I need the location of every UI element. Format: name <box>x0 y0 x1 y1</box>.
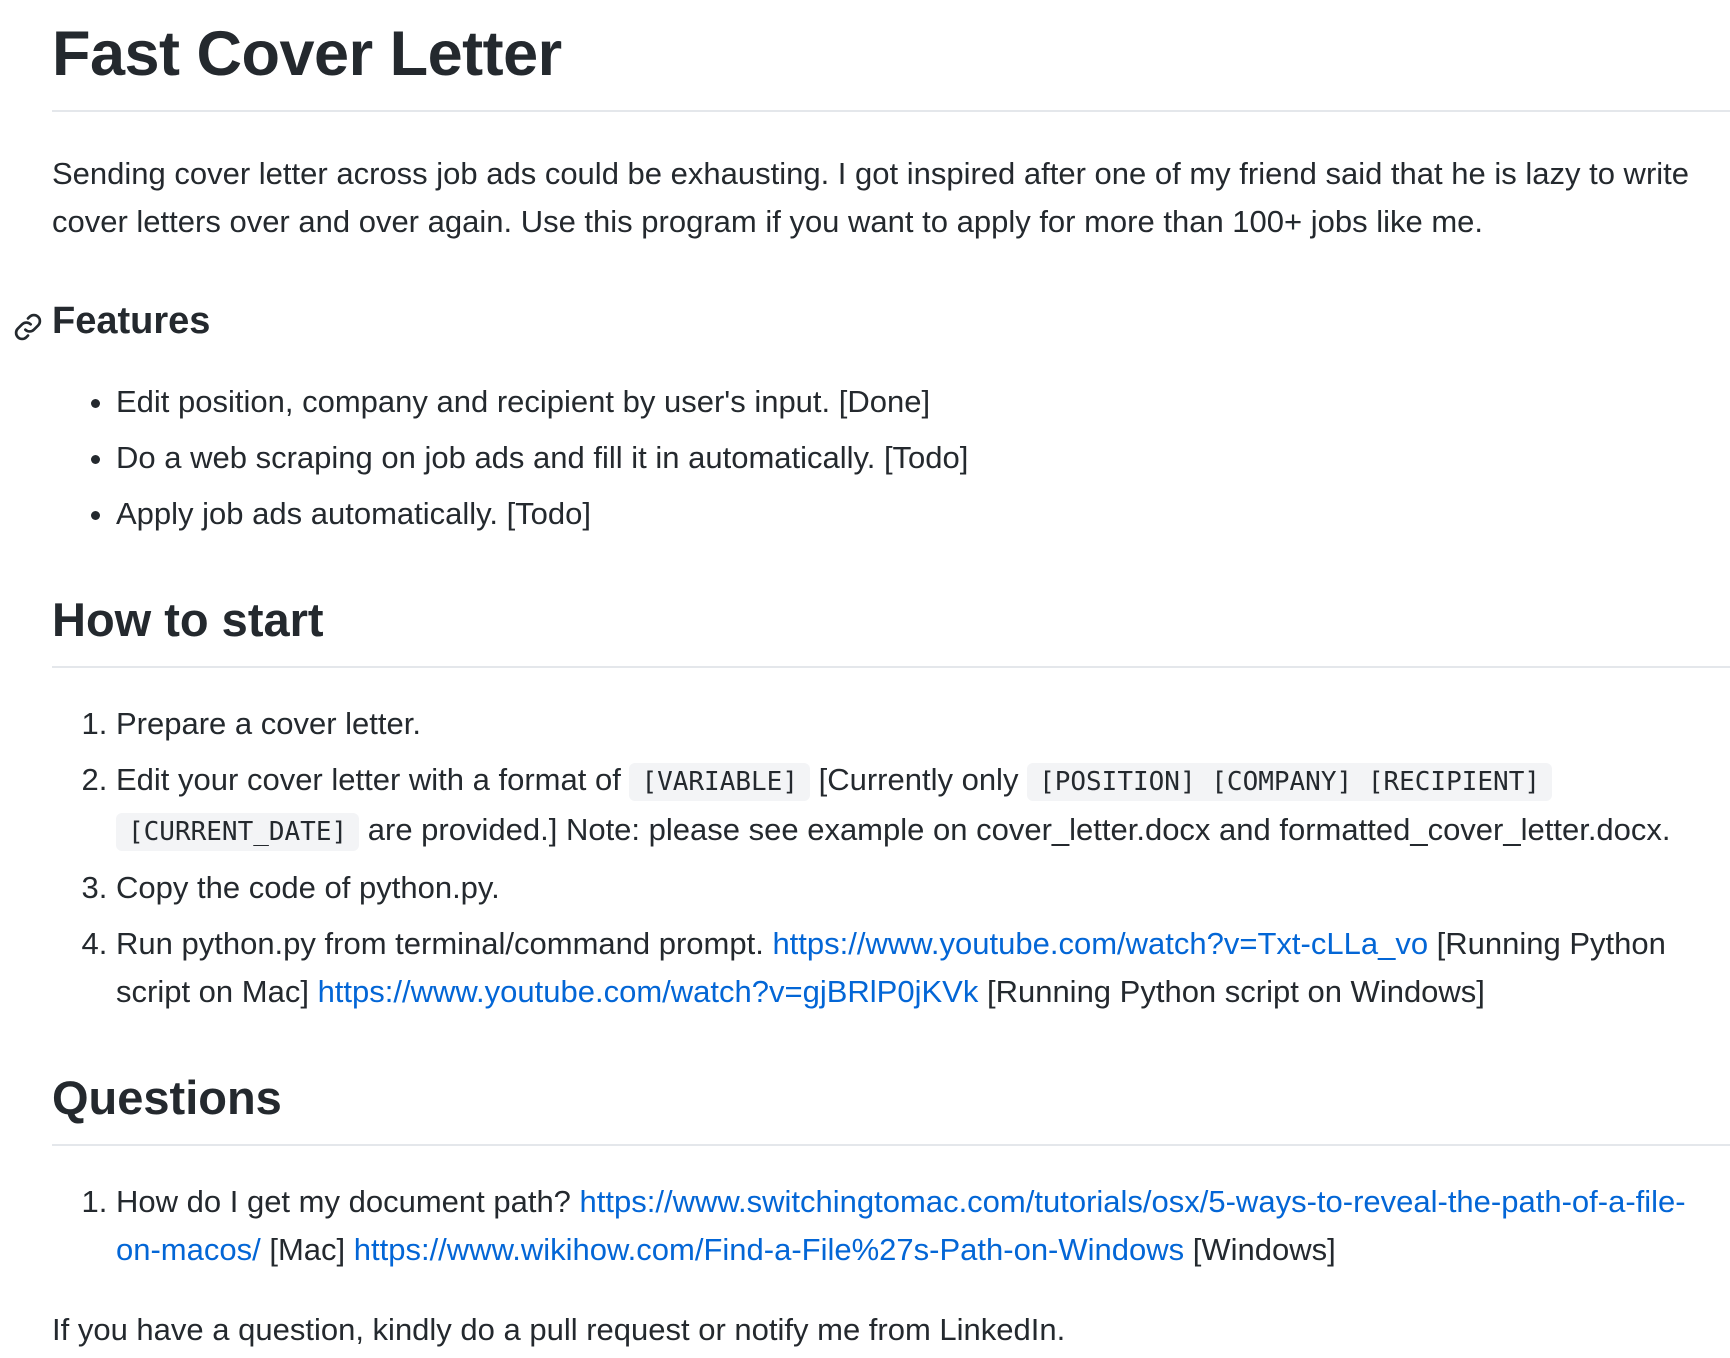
step-text: Copy the code of python.py. <box>116 870 500 905</box>
youtube-windows-link[interactable]: https://www.youtube.com/watch?v=gjBRlP0j… <box>318 974 979 1009</box>
page-title: Fast Cover Letter <box>52 19 562 89</box>
how-to-start-divider <box>52 666 1730 668</box>
step-text: are provided.] Note: please see example … <box>359 812 1671 847</box>
title-divider <box>52 110 1730 112</box>
features-heading-text: Features <box>52 300 211 342</box>
step-item: Run python.py from terminal/command prom… <box>116 920 1730 1016</box>
readme-content: Fast Cover Letter Sending cover letter a… <box>14 0 1730 1354</box>
step-text: [Currently only <box>809 762 1028 797</box>
step-item: Prepare a cover letter. <box>116 700 1730 748</box>
question-text: How do I get my document path? <box>116 1184 580 1219</box>
step-text: Prepare a cover letter. <box>116 706 421 741</box>
outro-paragraph: If you have a question, kindly do a pull… <box>52 1312 1066 1347</box>
steps-list: Prepare a cover letter. Edit your cover … <box>52 700 1730 1016</box>
question-text: [Windows] <box>1184 1232 1336 1267</box>
questions-list: How do I get my document path? https://w… <box>52 1178 1730 1274</box>
step-item: Copy the code of python.py. <box>116 864 1730 912</box>
list-item: Apply job ads automatically. [Todo] <box>116 490 1730 538</box>
question-text: [Mac] <box>260 1232 354 1267</box>
step-item: Edit your cover letter with a format of … <box>116 756 1730 856</box>
step-text: Run python.py from terminal/command prom… <box>116 926 773 961</box>
code-variable: [VARIABLE] <box>629 763 810 801</box>
code-company: [COMPANY] <box>1211 767 1353 797</box>
youtube-mac-link[interactable]: https://www.youtube.com/watch?v=Txt-cLLa… <box>772 926 1428 961</box>
how-to-start-heading: How to start <box>52 593 324 646</box>
question-item: How do I get my document path? https://w… <box>116 1178 1730 1274</box>
code-current-date: [CURRENT_DATE] <box>116 813 360 851</box>
step-text: Edit your cover letter with a format of <box>116 762 630 797</box>
features-heading: Features <box>14 294 1730 348</box>
list-item: Do a web scraping on job ads and fill it… <box>116 434 1730 482</box>
code-position: [POSITION] <box>1039 767 1196 797</box>
windows-path-link[interactable]: https://www.wikihow.com/Find-a-File%27s-… <box>354 1232 1184 1267</box>
questions-divider <box>52 1144 1730 1146</box>
code-recipient: [RECIPIENT] <box>1367 767 1540 797</box>
list-item: Edit position, company and recipient by … <box>116 378 1730 426</box>
features-list: Edit position, company and recipient by … <box>52 378 1730 538</box>
questions-heading: Questions <box>52 1071 282 1124</box>
intro-paragraph: Sending cover letter across job ads coul… <box>52 156 1690 239</box>
link-icon[interactable] <box>12 304 44 341</box>
step-text: [Running Python script on Windows] <box>978 974 1485 1009</box>
code-placeholders: [POSITION] [COMPANY] [RECIPIENT] <box>1027 763 1552 801</box>
